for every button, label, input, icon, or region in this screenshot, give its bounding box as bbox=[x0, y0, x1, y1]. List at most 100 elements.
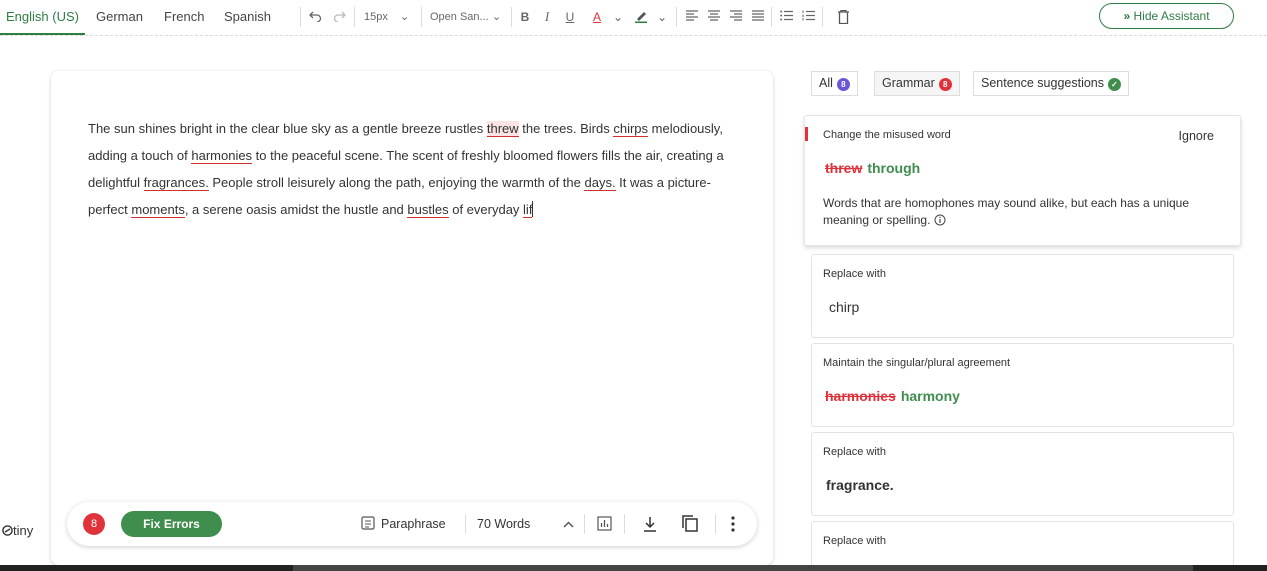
scrollbar-thumb[interactable] bbox=[293, 565, 1193, 571]
hide-assistant-button[interactable]: » Hide Assistant bbox=[1099, 3, 1234, 29]
text-cursor bbox=[532, 201, 534, 217]
flagged-word[interactable]: fragrances. bbox=[143, 175, 209, 191]
paraphrase-button[interactable]: Paraphrase bbox=[361, 512, 446, 536]
tab-german[interactable]: German bbox=[90, 0, 149, 35]
undo-icon[interactable] bbox=[307, 6, 323, 28]
text-run: , a serene oasis amidst the hustle and bbox=[184, 202, 408, 217]
card-title: Replace with bbox=[823, 446, 886, 458]
filter-grammar[interactable]: Grammar 8 bbox=[874, 71, 960, 96]
word-count: 70 Words bbox=[477, 517, 531, 531]
document-editor[interactable]: The sun shines bright in the clear blue … bbox=[51, 71, 773, 565]
font-size-value: 15px bbox=[364, 11, 388, 23]
flagged-word[interactable]: threw bbox=[486, 121, 519, 137]
double-chevron-right-icon: » bbox=[1123, 9, 1131, 23]
suggested-word[interactable]: chirp bbox=[829, 299, 859, 315]
flagged-word[interactable]: bustles bbox=[407, 202, 449, 218]
align-justify-icon[interactable] bbox=[750, 6, 766, 28]
align-center-icon[interactable] bbox=[706, 6, 722, 28]
statistics-icon[interactable] bbox=[597, 512, 613, 536]
tiny-logo: tiny bbox=[2, 523, 33, 539]
paraphrase-icon bbox=[361, 514, 375, 538]
tiny-logo-icon bbox=[2, 524, 13, 539]
font-family-select[interactable]: Open San... ⌄ bbox=[430, 6, 506, 28]
numbered-list-icon[interactable] bbox=[800, 6, 816, 28]
card-title: Replace with bbox=[823, 268, 886, 280]
editor-bottom-bar: 8 Fix Errors Paraphrase 70 Words bbox=[67, 502, 757, 546]
card-description: Words that are homophones may sound alik… bbox=[823, 195, 1223, 231]
suggested-word[interactable]: through bbox=[867, 160, 920, 176]
bold-button[interactable]: B bbox=[518, 6, 532, 28]
card-title: Maintain the singular/plural agreement bbox=[823, 357, 1011, 369]
divider bbox=[624, 514, 625, 534]
filter-sentence-suggestions-label: Sentence suggestions bbox=[981, 76, 1105, 90]
text-run: People stroll leisurely along the path, … bbox=[208, 175, 585, 190]
correction[interactable]: harmonies harmony bbox=[825, 388, 960, 404]
original-word: threw bbox=[825, 160, 863, 176]
suggestion-card-threw[interactable]: Change the misused word Ignore threw thro… bbox=[804, 115, 1241, 246]
editor-content[interactable]: The sun shines bright in the clear blue … bbox=[88, 115, 748, 223]
divider bbox=[584, 514, 585, 534]
flagged-word[interactable]: lif bbox=[523, 202, 533, 218]
chevron-down-icon[interactable]: ⌄ bbox=[656, 6, 668, 28]
suggestion-card-fragrances[interactable]: Replace with fragrance. bbox=[811, 432, 1234, 516]
divider bbox=[465, 514, 466, 534]
align-left-icon[interactable] bbox=[684, 6, 700, 28]
chevron-up-icon[interactable] bbox=[563, 512, 575, 536]
tab-spanish[interactable]: Spanish bbox=[218, 0, 277, 35]
suggestion-card-partial[interactable]: Replace with bbox=[811, 521, 1234, 571]
ignore-button[interactable]: Ignore bbox=[1179, 129, 1214, 143]
text-run: the trees. Birds bbox=[518, 121, 614, 136]
filter-grammar-count: 8 bbox=[938, 78, 952, 91]
copy-icon[interactable] bbox=[682, 512, 700, 536]
more-options-icon[interactable] bbox=[731, 512, 741, 536]
hide-assistant-label: Hide Assistant bbox=[1133, 9, 1210, 23]
redo-icon[interactable] bbox=[331, 6, 347, 28]
filter-grammar-label: Grammar bbox=[882, 76, 935, 90]
suggestion-card-harmonies[interactable]: Maintain the singular/plural agreement h… bbox=[811, 343, 1234, 427]
toolbar-divider bbox=[676, 7, 677, 27]
chevron-down-icon: ⌄ bbox=[400, 11, 410, 23]
toolbar-divider bbox=[300, 7, 301, 27]
correction[interactable]: fragrance. bbox=[826, 477, 894, 493]
correction[interactable]: threw through bbox=[825, 160, 920, 176]
toolbar-divider bbox=[771, 7, 772, 27]
filter-all-count: 8 bbox=[836, 78, 850, 91]
flagged-word[interactable]: moments bbox=[131, 202, 185, 218]
download-icon[interactable] bbox=[643, 512, 659, 536]
chevron-down-icon[interactable]: ⌄ bbox=[612, 6, 624, 28]
filter-all[interactable]: All 8 bbox=[811, 71, 858, 96]
text-run: of everyday bbox=[448, 202, 524, 217]
italic-button[interactable]: I bbox=[541, 6, 553, 28]
suggested-word[interactable]: harmony bbox=[901, 388, 960, 404]
underline-button[interactable]: U bbox=[563, 6, 577, 28]
correction[interactable]: chirp bbox=[829, 299, 859, 315]
chevron-down-icon: ⌄ bbox=[492, 11, 502, 23]
suggestion-card-chirps[interactable]: Replace with chirp bbox=[811, 254, 1234, 338]
card-marker bbox=[805, 127, 808, 141]
toolbar-divider bbox=[822, 7, 823, 27]
font-color-button[interactable]: A bbox=[589, 6, 605, 28]
tiny-logo-text: tiny bbox=[13, 523, 34, 538]
flagged-word[interactable]: harmonies bbox=[191, 148, 253, 164]
flagged-word[interactable]: chirps bbox=[613, 121, 649, 137]
tab-french[interactable]: French bbox=[158, 0, 210, 35]
highlighter-icon[interactable] bbox=[632, 6, 650, 28]
filter-sentence-suggestions[interactable]: Sentence suggestions ✓ bbox=[973, 71, 1130, 96]
info-icon[interactable] bbox=[934, 214, 946, 231]
trash-icon[interactable] bbox=[835, 6, 851, 28]
paraphrase-label: Paraphrase bbox=[381, 517, 446, 531]
filter-all-label: All bbox=[819, 76, 833, 90]
error-count-badge[interactable]: 8 bbox=[83, 513, 105, 535]
divider bbox=[715, 514, 716, 534]
toolbar-divider bbox=[421, 7, 422, 27]
check-icon: ✓ bbox=[1108, 78, 1122, 91]
align-right-icon[interactable] bbox=[728, 6, 744, 28]
suggested-word[interactable]: fragrance. bbox=[826, 477, 894, 493]
flagged-word[interactable]: days. bbox=[584, 175, 616, 191]
fix-errors-button[interactable]: Fix Errors bbox=[121, 511, 222, 537]
card-title: Change the misused word bbox=[823, 129, 951, 141]
bullet-list-icon[interactable] bbox=[778, 6, 794, 28]
card-title: Replace with bbox=[823, 535, 886, 547]
font-size-select[interactable]: 15px ⌄ bbox=[364, 6, 416, 28]
tab-english-us[interactable]: English (US) bbox=[0, 0, 85, 35]
